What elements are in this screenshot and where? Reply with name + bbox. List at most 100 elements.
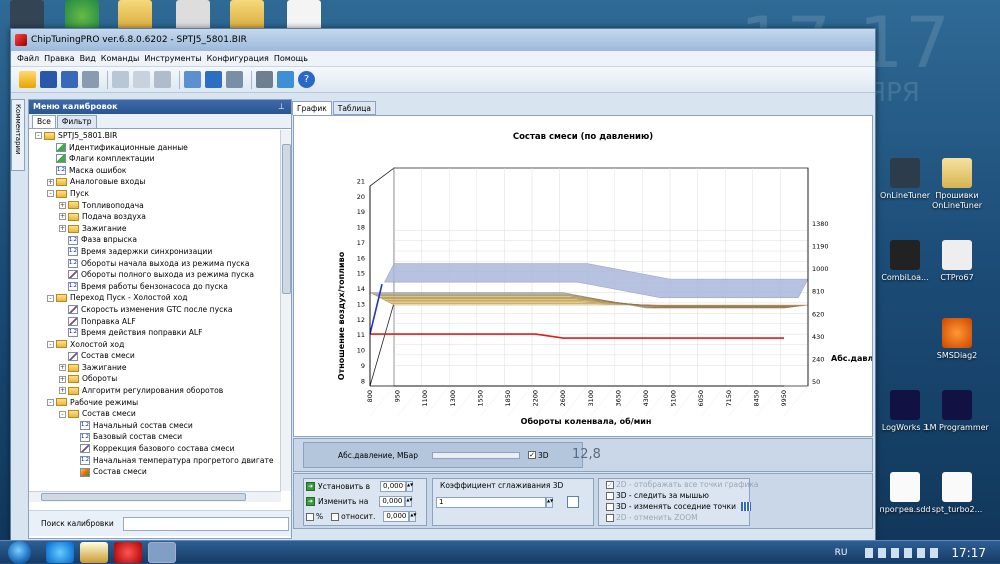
pressure-slider[interactable] [432,451,521,459]
tree-item[interactable]: - Пуск [29,188,281,200]
checksum-icon[interactable] [184,71,201,88]
scroll-thumb[interactable] [41,493,246,501]
desktop-icon-bir-file[interactable]: spt_turbo2... [922,472,992,515]
expand-toggle-icon[interactable]: + [59,201,66,209]
relative-spin[interactable]: ▲▼ [409,511,417,522]
tree-item[interactable]: - Состав смеси [29,408,281,420]
grid-icon[interactable] [740,502,751,511]
smooth-apply-icon[interactable] [567,496,579,508]
tree-item[interactable]: 1.2 Время действия поправки ALF [29,327,281,339]
window-titlebar[interactable]: ChipTuningPRO ver.6.8.0.6202 - SPTJ5_580… [11,29,875,51]
change-value-input[interactable]: 0,000 [379,496,406,507]
print-icon[interactable] [82,71,99,88]
smooth-spin[interactable]: ▲▼ [546,496,553,508]
tree-item[interactable]: 1.2 Начальная температура прогретого двиг… [29,455,281,467]
opt3-checkbox[interactable] [606,502,614,511]
tab-filter[interactable]: Фильтр [56,115,97,128]
expand-toggle-icon[interactable]: - [47,294,54,302]
expand-toggle-icon[interactable]: + [59,213,66,221]
3d-checkbox[interactable]: ✓ [528,451,537,459]
taskbar-explorer-icon[interactable] [80,542,108,563]
menu-tools[interactable]: Инструменты [144,54,201,63]
chart-area[interactable]: Состав смеси (по давлению) Обороты колен… [293,115,873,437]
expand-toggle-icon[interactable]: - [47,340,54,348]
tree-item[interactable]: - Холостой ход [29,339,281,351]
tree-item[interactable]: + Алгоритм регулирования оборотов [29,385,281,397]
relative-checkbox[interactable] [331,512,340,521]
tools-icon[interactable] [256,71,273,88]
tree-item[interactable]: 1.2 Базовый состав смеси [29,431,281,443]
change-spin[interactable]: ▲▼ [405,496,412,507]
tab-table[interactable]: Таблица [332,101,376,115]
save-icon[interactable] [40,71,57,88]
menu-config[interactable]: Конфигурация [207,54,269,63]
tree-item[interactable]: Флаги комплектации [29,153,281,165]
compare-icon[interactable] [226,71,243,88]
opt2-checkbox[interactable] [606,491,614,500]
expand-toggle-icon[interactable]: - [59,410,66,418]
tree-item[interactable]: 1.2 Маска ошибок [29,165,281,177]
tab-graph[interactable]: График [292,101,332,115]
tree-item[interactable]: + Подача воздуха [29,211,281,223]
tray-icons[interactable] [865,547,942,558]
language-indicator[interactable]: RU [835,548,848,558]
tree-item[interactable]: Состав смеси [29,466,281,478]
tree-item[interactable]: - Переход Пуск - Холостой ход [29,292,281,304]
tree-item[interactable]: Обороты полного выхода из режима пуска [29,269,281,281]
opt-2d-all-points[interactable]: ✓ 2D - отображать все точки графика [598,480,759,489]
tree-item[interactable]: Состав смеси [29,350,281,362]
smooth-value-input[interactable]: 1 [436,496,546,508]
comments-sidetab[interactable]: Комментарии [11,99,25,171]
tree-item[interactable]: - Рабочие режимы [29,397,281,409]
taskbar-clock[interactable]: 17:17 [951,546,986,560]
search-input[interactable] [122,516,289,531]
tab-all[interactable]: Все [32,115,56,128]
expand-toggle-icon[interactable]: + [59,225,66,233]
tree-item[interactable]: Идентификационные данные [29,142,281,154]
opt1-checkbox[interactable]: ✓ [606,480,614,489]
desktop-icon-firmwares[interactable]: Прошивки OnLineTuner [922,158,992,211]
tree-item[interactable]: Коррекция базового состава смеси [29,443,281,455]
diamond-icon[interactable] [205,71,222,88]
update-icon[interactable] [277,71,294,88]
taskbar-chiptuning-icon[interactable] [148,542,176,563]
tree-item[interactable]: + Зажигание [29,223,281,235]
tree-item[interactable]: + Зажигание [29,362,281,374]
expand-toggle-icon[interactable]: + [59,364,66,372]
save-as-icon[interactable] [61,71,78,88]
change-label[interactable]: Изменить на [318,497,368,506]
expand-toggle-icon[interactable]: + [47,178,54,186]
taskbar-opera-icon[interactable] [114,542,142,563]
scroll-thumb[interactable] [282,144,291,294]
tree-item[interactable]: 1.2 Обороты начала выхода из режима пуска [29,258,281,270]
expand-toggle-icon[interactable]: - [47,190,54,198]
change-arrow-icon[interactable]: ➔ [306,497,315,506]
menu-view[interactable]: Вид [80,54,96,63]
expand-toggle-icon[interactable]: + [59,387,66,395]
desktop-icon-ctpro[interactable]: CTPro67 [922,240,992,283]
copy-icon[interactable] [112,71,129,88]
tree-horizontal-scrollbar[interactable] [29,491,281,502]
desktop-icon-lmprogrammer[interactable]: LM Programmer [922,390,992,433]
expand-toggle-icon[interactable]: + [59,375,66,383]
relative-value-input[interactable]: 0,000 [383,511,410,522]
tree-item[interactable]: - SPTJ5_5801.BIR [29,130,281,142]
tree-item[interactable]: Скорость изменения GTC после пуска [29,304,281,316]
mixture-3d-chart[interactable]: Состав смеси (по давлению) Обороты колен… [294,116,872,436]
opt-3d-follow-mouse[interactable]: 3D - следить за мышью [598,491,709,500]
tree-item[interactable]: 1.2 Время работы бензонасоса до пуска [29,281,281,293]
pin-icon[interactable]: ⊥ [278,100,285,114]
opt-3d-neighbors[interactable]: 3D - изменять соседние точки [598,502,751,511]
tree-item[interactable]: + Обороты [29,373,281,385]
tree-item[interactable]: 1.2 Фаза впрыска [29,234,281,246]
open-icon[interactable] [19,71,36,88]
paste-icon[interactable] [133,71,150,88]
menu-help[interactable]: Помощь [274,54,308,63]
set-spin[interactable]: ▲▼ [406,481,413,492]
tree-item[interactable]: 1.2 Начальный состав смеси [29,420,281,432]
tree-item[interactable]: Поправка ALF [29,316,281,328]
opt-2d-cancel-zoom[interactable]: 2D - отменить ZOOM [598,513,698,522]
percent-checkbox[interactable] [306,512,314,521]
menu-commands[interactable]: Команды [101,54,140,63]
tree-item[interactable]: + Аналоговые входы [29,176,281,188]
